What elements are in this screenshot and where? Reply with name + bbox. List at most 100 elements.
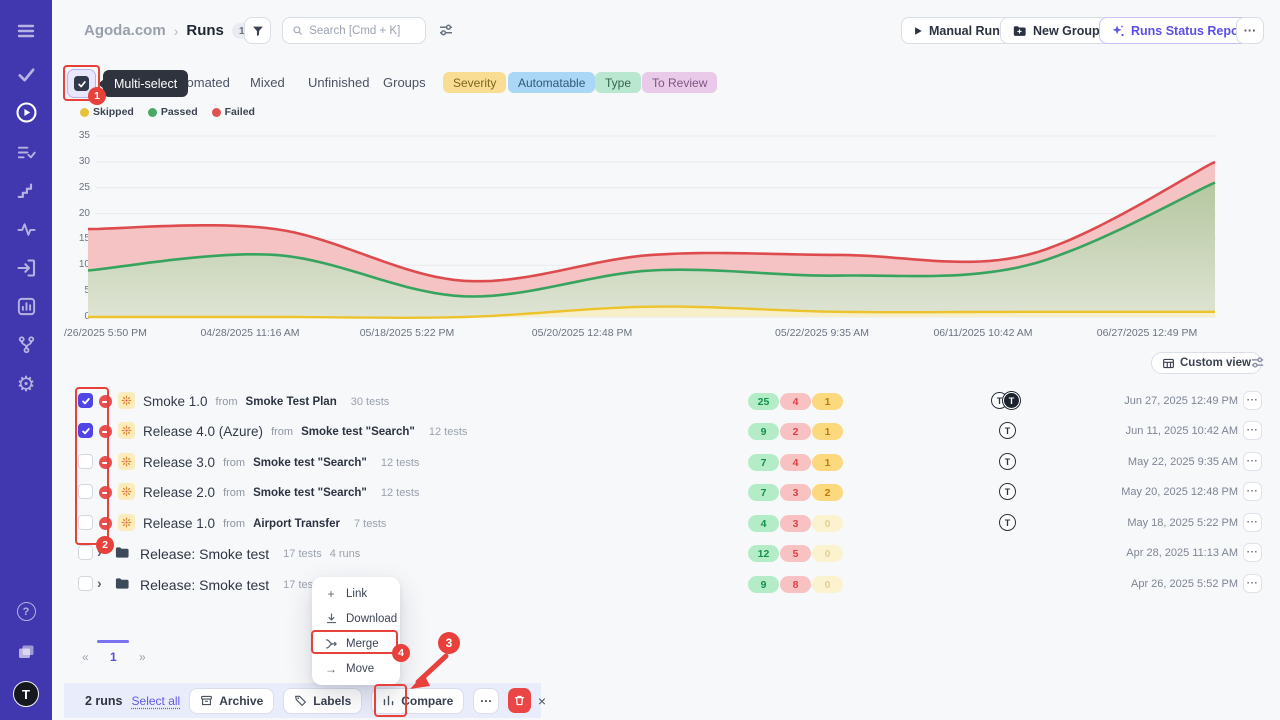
menu-item-link[interactable]: +Link [312, 581, 400, 606]
run-title[interactable]: Release 2.0 [143, 485, 215, 500]
run-burst-icon [118, 392, 135, 409]
row-more-button[interactable]: ··· [1243, 513, 1262, 532]
sidebar-item-analytics[interactable] [0, 296, 52, 317]
runs-status-report-label: Runs Status Report [1131, 24, 1248, 38]
annotation-badge-3: 3 [438, 632, 460, 654]
run-source[interactable]: Smoke test "Search" [253, 487, 367, 499]
row-checkbox[interactable] [78, 454, 93, 469]
badge-to-review[interactable]: To Review [642, 72, 717, 93]
from-label: from [223, 518, 245, 530]
sidebar-item-pulse[interactable] [0, 219, 52, 240]
run-title[interactable]: Smoke 1.0 [143, 394, 208, 409]
sidebar-item-steps[interactable] [0, 181, 52, 201]
y-tick: 35 [62, 130, 90, 141]
badge-type[interactable]: Type [595, 72, 641, 93]
header-more-button[interactable]: ··· [1236, 17, 1264, 44]
run-date: Apr 28, 2025 11:13 AM [1126, 547, 1238, 559]
row-checkbox[interactable] [78, 576, 93, 591]
row-checkbox[interactable] [78, 393, 93, 408]
row-checkbox[interactable] [78, 515, 93, 530]
row-more-button[interactable]: ··· [1243, 482, 1262, 501]
filter-button[interactable] [244, 17, 271, 44]
row-more-button[interactable]: ··· [1243, 452, 1262, 471]
pagination-next[interactable]: » [139, 650, 146, 664]
active-page-indicator [97, 640, 129, 643]
legend-passed[interactable]: Passed [148, 106, 198, 118]
chevron-right-icon[interactable]: › [97, 575, 102, 591]
run-source[interactable]: Smoke Test Plan [246, 396, 337, 408]
compare-button[interactable]: Compare [371, 688, 464, 714]
avatar[interactable]: T [999, 422, 1016, 439]
run-title[interactable]: Release 4.0 (Azure) [143, 424, 263, 439]
run-burst-icon [118, 514, 135, 531]
avatar[interactable]: T [999, 483, 1016, 500]
search-settings-icon[interactable] [438, 22, 454, 43]
close-selection-icon[interactable]: × [522, 683, 562, 718]
run-title[interactable]: Release 1.0 [143, 516, 215, 531]
failed-pill: 4 [780, 454, 811, 471]
logo-letter: T [13, 681, 39, 707]
sidebar-item-runs[interactable] [0, 101, 52, 124]
menu-item-move[interactable]: →Move [312, 656, 400, 681]
menu-item-download[interactable]: Download [312, 606, 400, 631]
run-source[interactable]: Airport Transfer [253, 518, 340, 530]
run-date: Jun 27, 2025 12:49 PM [1124, 395, 1238, 407]
run-source[interactable]: Smoke test "Search" [301, 426, 415, 438]
row-more-button[interactable]: ··· [1243, 543, 1262, 562]
runs-trend-chart[interactable] [88, 130, 1216, 325]
skipped-pill: 0 [812, 515, 843, 532]
run-burst-icon [118, 453, 135, 470]
avatar[interactable]: T [1003, 392, 1020, 409]
sidebar-item-import[interactable] [0, 257, 52, 279]
x-tick: 04/28/2025 11:16 AM [200, 327, 299, 339]
row-checkbox[interactable] [78, 484, 93, 499]
row-more-button[interactable]: ··· [1243, 421, 1262, 440]
sidebar-item-tests[interactable] [0, 64, 52, 85]
multi-select-button[interactable] [67, 69, 96, 98]
legend-skipped[interactable]: Skipped [80, 106, 134, 118]
settings-gear-icon[interactable]: ⚙ [0, 372, 52, 397]
help-icon[interactable]: ? [0, 602, 52, 621]
row-checkbox[interactable] [78, 423, 93, 438]
selection-more-button[interactable]: ··· [473, 688, 499, 714]
tab-groups[interactable]: Groups [383, 75, 426, 90]
custom-view-button[interactable]: Custom view [1151, 352, 1262, 374]
new-group-button[interactable]: New Group [1000, 17, 1112, 44]
labels-button[interactable]: Labels [283, 688, 362, 714]
row-more-button[interactable]: ··· [1243, 391, 1262, 410]
run-source[interactable]: Smoke test "Search" [253, 457, 367, 469]
row-more-button[interactable]: ··· [1243, 574, 1262, 593]
avatar[interactable]: T [999, 514, 1016, 531]
breadcrumb-project[interactable]: Agoda.com [84, 22, 166, 39]
menu-item-merge[interactable]: Merge [312, 631, 400, 656]
select-all-link[interactable]: Select all [132, 694, 181, 708]
search-input[interactable] [309, 25, 416, 37]
skipped-pill: 1 [812, 423, 843, 440]
run-title[interactable]: Release 3.0 [143, 455, 215, 470]
sidebar-item-suites[interactable] [0, 142, 52, 163]
row-checkbox[interactable] [78, 545, 93, 560]
group-title[interactable]: Release: Smoke test [140, 546, 269, 562]
pagination-prev[interactable]: « [82, 650, 89, 664]
chevron-right-icon[interactable]: › [97, 544, 102, 560]
from-label: from [223, 487, 245, 499]
archive-button[interactable]: Archive [189, 688, 274, 714]
workspace-avatar[interactable]: T [0, 681, 52, 707]
avatar[interactable]: T [999, 453, 1016, 470]
menu-icon[interactable] [0, 20, 52, 42]
group-row: › Release: Smoke test17 tests4 runs 12 5… [64, 538, 1268, 569]
failed-dot-icon [212, 108, 221, 117]
badge-automatable[interactable]: Automatable [508, 72, 595, 93]
legend-failed[interactable]: Failed [212, 106, 255, 118]
badge-severity[interactable]: Severity [443, 72, 506, 93]
tab-unfinished[interactable]: Unfinished [308, 75, 369, 90]
docs-icon[interactable] [0, 641, 52, 663]
group-title[interactable]: Release: Smoke test [140, 577, 269, 593]
manual-run-button[interactable]: Manual Run [901, 17, 1012, 44]
view-settings-icon[interactable] [1250, 355, 1265, 375]
sidebar-item-branches[interactable] [0, 334, 52, 355]
minus-circle-icon [99, 486, 112, 499]
pagination-page-1[interactable]: 1 [110, 650, 117, 664]
tab-mixed[interactable]: Mixed [250, 75, 285, 90]
check-icon [81, 396, 91, 406]
